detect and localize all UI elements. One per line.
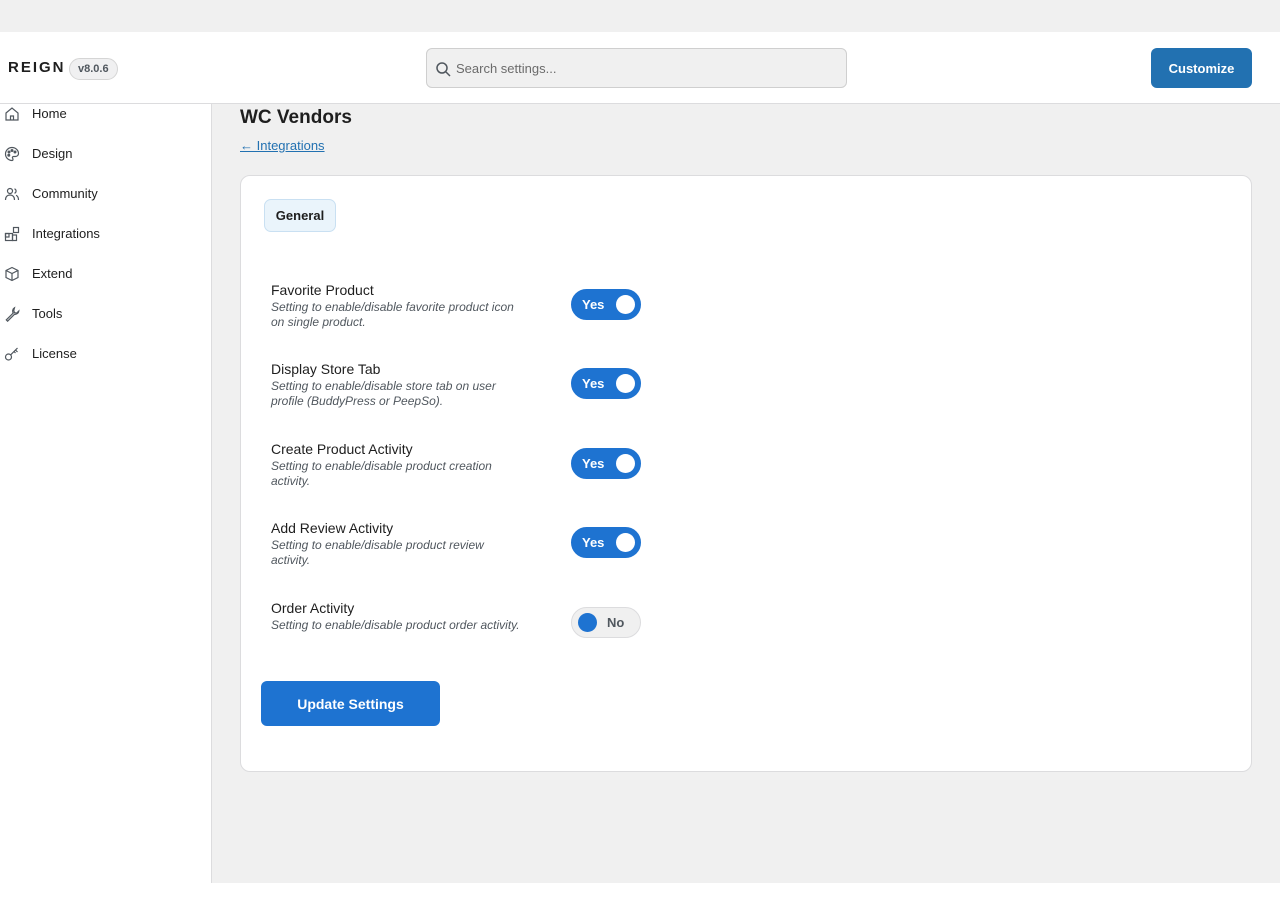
sidebar-item-label: Extend xyxy=(32,266,73,281)
setting-row-display-store-tab: Display Store Tab Setting to enable/disa… xyxy=(271,361,671,421)
bottom-strip xyxy=(0,883,1280,900)
sidebar-item-label: Tools xyxy=(32,306,63,321)
customize-button[interactable]: Customize xyxy=(1151,48,1252,88)
create-product-activity-toggle[interactable]: Yes xyxy=(571,448,641,479)
users-icon xyxy=(4,187,20,201)
sidebar-item-label: Design xyxy=(32,146,73,161)
top-strip xyxy=(0,0,1280,32)
sidebar-item-home[interactable]: Home xyxy=(0,104,211,144)
settings-card: General Favorite Product Setting to enab… xyxy=(240,175,1252,772)
app-header: REIGN v8.0.6 Customize xyxy=(0,32,1280,104)
sidebar-item-design[interactable]: Design xyxy=(0,144,211,184)
display-store-tab-toggle[interactable]: Yes xyxy=(571,368,641,399)
setting-row-create-product-activity: Create Product Activity Setting to enabl… xyxy=(271,441,671,501)
toggle-knob xyxy=(616,295,635,314)
sidebar-item-integrations[interactable]: Integrations xyxy=(0,224,211,264)
favorite-product-toggle[interactable]: Yes xyxy=(571,289,641,320)
toggle-knob xyxy=(616,533,635,552)
toggle-knob xyxy=(578,613,597,632)
setting-description: Setting to enable/disable product creati… xyxy=(271,459,492,488)
toggle-label: Yes xyxy=(582,376,605,391)
setting-title: Display Store Tab xyxy=(271,361,381,377)
update-settings-button[interactable]: Update Settings xyxy=(261,681,440,726)
setting-description: Setting to enable/disable product order … xyxy=(271,618,520,632)
box-icon xyxy=(5,266,19,282)
toggle-label: Yes xyxy=(582,535,605,550)
brand-logo: REIGN xyxy=(8,59,66,76)
home-icon xyxy=(5,107,19,121)
toggle-knob xyxy=(616,374,635,393)
sidebar-item-label: License xyxy=(32,346,77,361)
setting-description: Setting to enable/disable product review… xyxy=(271,538,484,567)
toggle-label: No xyxy=(607,615,625,630)
setting-title: Favorite Product xyxy=(271,282,374,298)
blocks-icon xyxy=(4,226,20,242)
page-title: WC Vendors xyxy=(240,107,352,128)
search-box[interactable] xyxy=(426,48,847,88)
add-review-activity-toggle[interactable]: Yes xyxy=(571,527,641,558)
sidebar-item-label: Home xyxy=(32,106,67,121)
palette-icon xyxy=(4,146,20,162)
sidebar-item-community[interactable]: Community xyxy=(0,184,211,224)
setting-description: Setting to enable/disable favorite produ… xyxy=(271,300,514,329)
setting-description: Setting to enable/disable store tab on u… xyxy=(271,379,496,408)
sidebar-item-license[interactable]: License xyxy=(0,344,211,384)
sidebar-item-extend[interactable]: Extend xyxy=(0,264,211,304)
setting-title: Add Review Activity xyxy=(271,520,394,536)
search-input[interactable] xyxy=(456,49,836,87)
version-badge: v8.0.6 xyxy=(69,58,118,80)
main-content: WC Vendors ← Integrations General Favori… xyxy=(212,104,1280,883)
toggle-knob xyxy=(616,454,635,473)
tab-general[interactable]: General xyxy=(264,199,336,232)
wrench-icon xyxy=(5,306,20,322)
sidebar-item-label: Community xyxy=(32,186,98,201)
search-icon xyxy=(436,62,451,77)
key-icon xyxy=(4,347,18,361)
sidebar-item-tools[interactable]: Tools xyxy=(0,304,211,344)
setting-title: Create Product Activity xyxy=(271,441,413,457)
order-activity-toggle[interactable]: No xyxy=(571,607,641,638)
back-to-integrations-link[interactable]: ← Integrations xyxy=(240,138,325,153)
setting-row-add-review-activity: Add Review Activity Setting to enable/di… xyxy=(271,520,671,580)
toggle-label: Yes xyxy=(582,456,605,471)
setting-row-favorite-product: Favorite Product Setting to enable/disab… xyxy=(271,282,671,342)
setting-title: Order Activity xyxy=(271,600,355,616)
sidebar: Home Design Community Integrations Exten… xyxy=(0,104,212,883)
toggle-label: Yes xyxy=(582,297,605,312)
sidebar-item-label: Integrations xyxy=(32,226,100,241)
setting-row-order-activity: Order Activity Setting to enable/disable… xyxy=(271,600,671,660)
